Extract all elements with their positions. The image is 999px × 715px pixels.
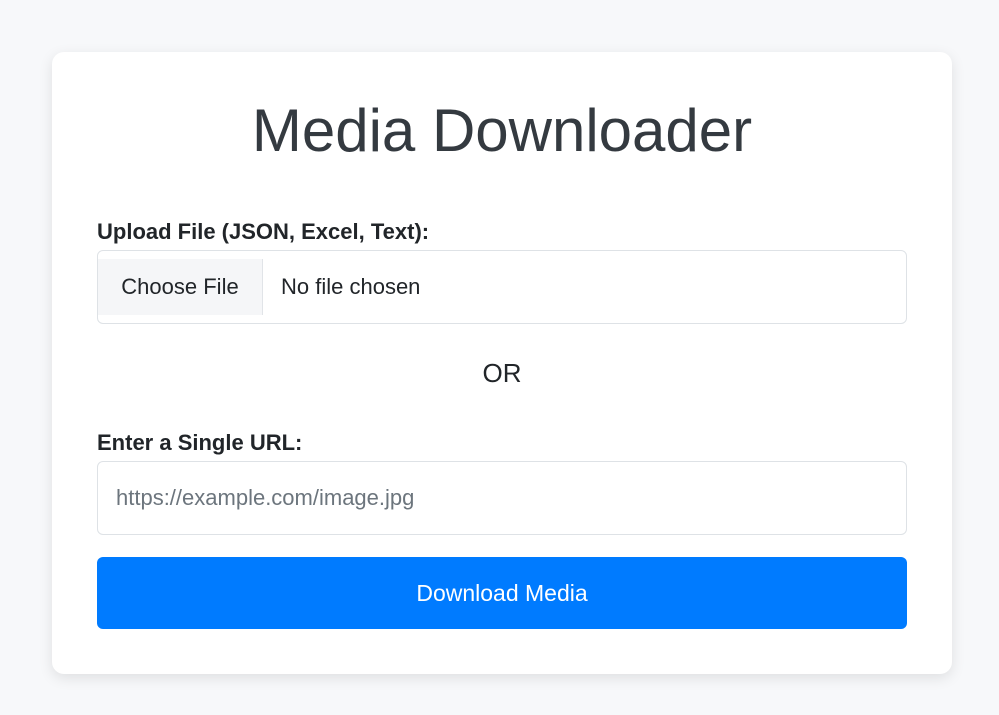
download-media-button[interactable]: Download Media — [97, 557, 907, 629]
choose-file-button[interactable]: Choose File — [98, 259, 263, 315]
downloader-card: Media Downloader Upload File (JSON, Exce… — [52, 52, 952, 674]
file-upload-field[interactable]: Choose File No file chosen — [97, 250, 907, 324]
page-title: Media Downloader — [251, 97, 753, 164]
upload-file-label: Upload File (JSON, Excel, Text): — [97, 219, 430, 244]
or-separator: OR — [482, 358, 522, 388]
url-input[interactable] — [97, 461, 907, 535]
file-status-text: No file chosen — [281, 274, 421, 299]
single-url-label: Enter a Single URL: — [97, 430, 303, 455]
